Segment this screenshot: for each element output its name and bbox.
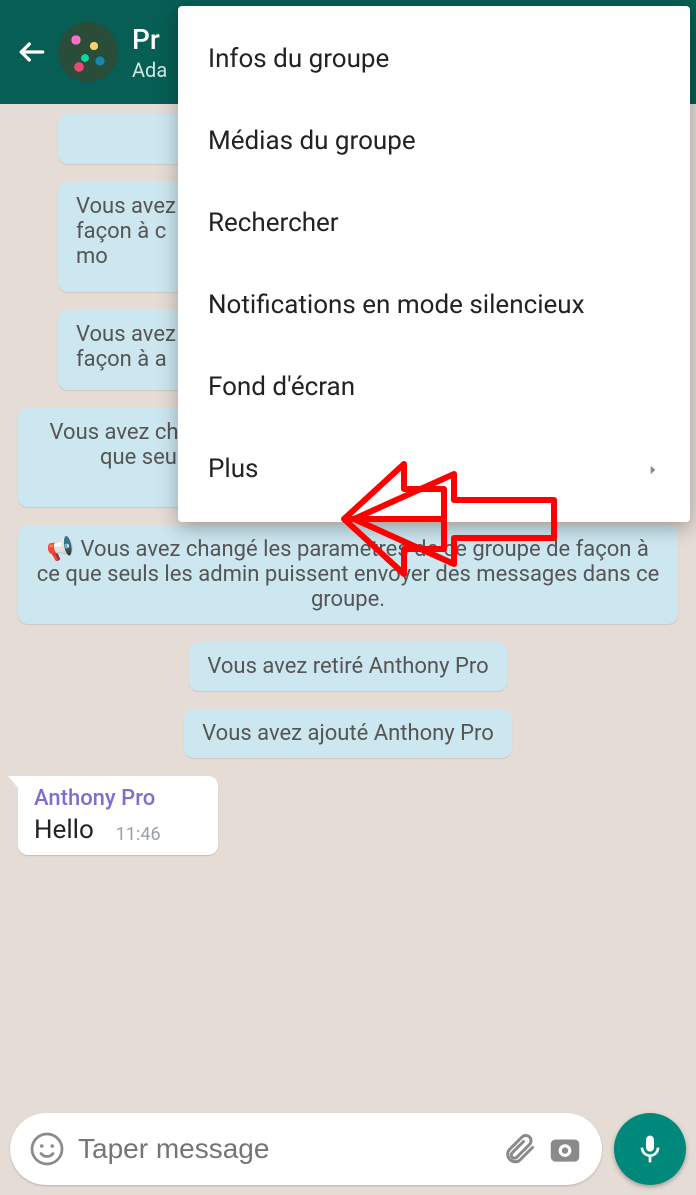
mic-button[interactable]	[614, 1113, 686, 1185]
attach-icon[interactable]	[496, 1126, 542, 1172]
menu-item-label: Infos du groupe	[208, 44, 389, 74]
system-message-text: Vous avez changé les paramètres de ce gr…	[37, 537, 660, 612]
camera-icon[interactable]	[542, 1126, 588, 1172]
input-pill	[10, 1113, 602, 1185]
back-arrow-icon[interactable]	[10, 30, 54, 74]
message-time: 11:46	[116, 824, 161, 845]
menu-item-search[interactable]: Rechercher	[178, 182, 690, 264]
menu-item-label: Rechercher	[208, 208, 339, 238]
group-avatar[interactable]	[58, 22, 118, 82]
system-message	[58, 114, 198, 164]
chat-subtitle: Ada	[132, 58, 167, 82]
system-message-send-settings: 📢Vous avez changé les paramètres de ce g…	[18, 525, 678, 624]
message-input[interactable]	[70, 1133, 496, 1165]
message-sender: Anthony Pro	[34, 786, 202, 811]
chat-title: Pr	[132, 23, 167, 56]
overflow-menu: Infos du groupe Médias du groupe Recherc…	[178, 6, 690, 522]
menu-item-label: Notifications en mode silencieux	[208, 290, 585, 320]
megaphone-icon: 📢	[45, 535, 76, 564]
menu-item-label: Fond d'écran	[208, 372, 355, 402]
message-body: Hello	[34, 815, 94, 845]
emoji-icon[interactable]	[24, 1126, 70, 1172]
message-input-bar	[10, 1113, 686, 1185]
chevron-right-icon	[646, 454, 660, 484]
menu-item-mute-notifications[interactable]: Notifications en mode silencieux	[178, 264, 690, 346]
menu-item-group-info[interactable]: Infos du groupe	[178, 18, 690, 100]
chat-title-group[interactable]: Pr Ada	[132, 23, 167, 82]
menu-item-label: Plus	[208, 454, 258, 484]
menu-item-label: Médias du groupe	[208, 126, 416, 156]
system-message-removed: Vous avez retiré Anthony Pro	[189, 642, 506, 691]
menu-item-group-media[interactable]: Médias du groupe	[178, 100, 690, 182]
menu-item-wallpaper[interactable]: Fond d'écran	[178, 346, 690, 428]
incoming-message[interactable]: Anthony Pro Hello 11:46	[18, 776, 218, 855]
system-message-added: Vous avez ajouté Anthony Pro	[184, 709, 512, 758]
menu-item-more[interactable]: Plus	[178, 428, 690, 510]
